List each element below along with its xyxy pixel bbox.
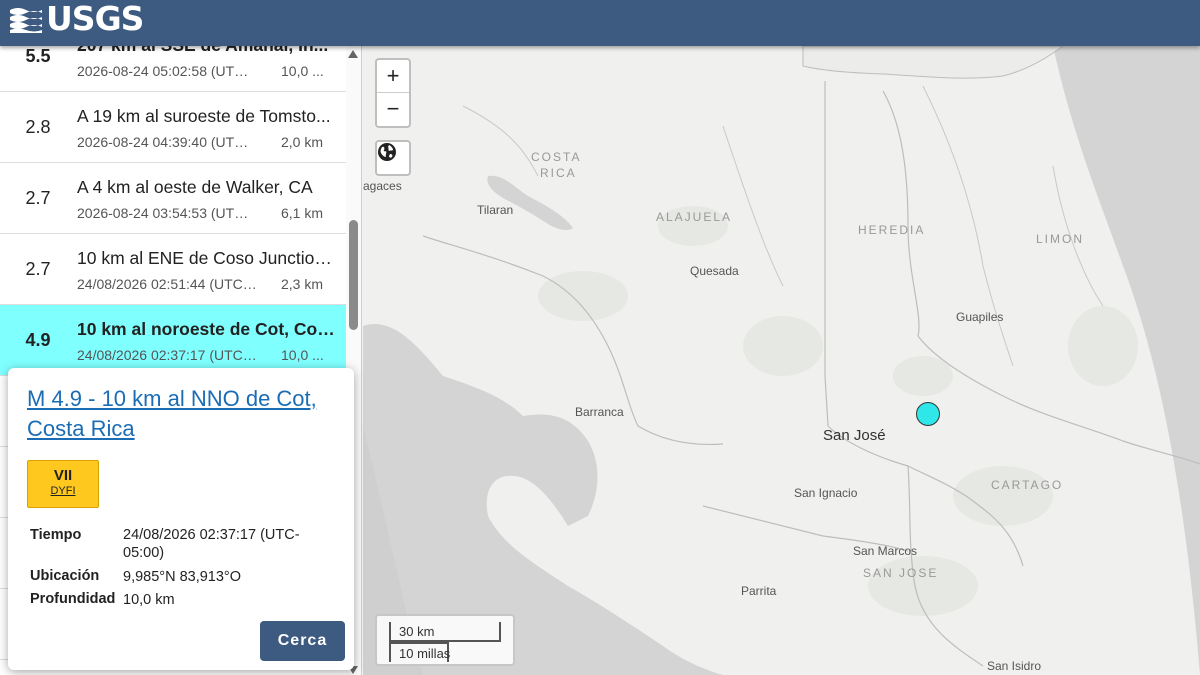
dyfi-badge[interactable]: VII DYFI <box>27 460 99 508</box>
map-label-country-line1: COSTA <box>531 150 582 164</box>
event-time: 2026-08-24 03:54:53 (UTC-... <box>77 205 257 221</box>
zoom-in-button[interactable]: + <box>377 60 409 93</box>
map-label-san-ignacio: San Ignacio <box>794 486 858 500</box>
map-label-country-line2: RICA <box>540 166 577 180</box>
scrollbar-thumb[interactable] <box>349 220 358 330</box>
event-detail-popup: M 4.9 - 10 km al NNO de Cot, Costa Rica … <box>8 368 354 670</box>
event-time: 2026-08-24 04:39:40 (UTC-... <box>77 134 257 150</box>
event-detail-title-link[interactable]: M 4.9 - 10 km al NNO de Cot, Costa Rica <box>27 384 347 444</box>
time-label: Tiempo <box>30 527 82 543</box>
scale-metric: 30 km <box>389 622 501 642</box>
map-label-cartago: CARTAGO <box>991 478 1064 492</box>
close-button[interactable]: Cerca <box>260 621 345 661</box>
list-item-event-0[interactable]: 5.5 207 km al SSE de Amanai, In... 2026-… <box>0 46 346 92</box>
usgs-logo[interactable]: USGS <box>10 0 144 38</box>
list-item-event-selected[interactable]: 4.9 10 km al noroeste de Cot, Costa Rica… <box>0 305 346 376</box>
map-label-san-jose: San José <box>823 427 886 444</box>
event-depth: 10,0 ... <box>281 63 324 79</box>
usgs-wave-icon <box>10 8 42 33</box>
event-magnitude: 2.7 <box>25 188 51 208</box>
event-title: 10 km al noroeste de Cot, Costa Rica <box>77 319 337 339</box>
map-label-san-jose-province: SAN JOSE <box>863 566 939 580</box>
event-magnitude: 2.8 <box>25 117 51 137</box>
app-header: USGS <box>0 0 1200 46</box>
zoom-control: + − <box>375 58 411 128</box>
event-title: A 19 km al suroeste de Tomsto... <box>77 106 331 126</box>
event-magnitude: 2.7 <box>25 259 51 279</box>
map-label-san-isidro: San Isidro <box>987 659 1042 673</box>
globe-icon <box>378 143 396 161</box>
time-value: 24/08/2026 02:37:17 (UTC-05:00) <box>123 527 300 561</box>
map-view[interactable]: COSTA RICA ALAJUELA HEREDIA LIMON CARTAG… <box>363 46 1200 675</box>
location-label: Ubicación <box>30 568 100 584</box>
event-depth: 2,3 km <box>281 276 324 292</box>
event-magnitude: 5.5 <box>25 46 51 66</box>
event-depth: 10,0 ... <box>281 347 324 363</box>
map-label-barranca: Barranca <box>575 405 624 419</box>
logo-text: USGS <box>46 0 144 38</box>
map-basemap <box>363 46 1200 675</box>
zoom-out-button[interactable]: − <box>377 93 409 126</box>
map-label-limon: LIMON <box>1036 232 1085 246</box>
map-label-guapiles: Guapiles <box>956 310 1004 324</box>
list-item-event-1[interactable]: 2.8 A 19 km al suroeste de Tomsto... 202… <box>0 92 346 163</box>
event-magnitude: 4.9 <box>25 330 51 350</box>
event-title: 10 km al ENE de Coso Junction, CA <box>77 248 337 268</box>
map-label-san-marcos: San Marcos <box>853 544 918 558</box>
map-scale: 30 km 10 millas <box>375 614 515 666</box>
map-label-cagaces: agaces <box>363 179 402 193</box>
dyfi-label: DYFI <box>50 485 76 497</box>
depth-value: 10,0 km <box>123 592 175 608</box>
dyfi-intensity: VII <box>53 467 73 484</box>
map-label-alajuela: ALAJUELA <box>656 210 733 224</box>
map-label-heredia: HEREDIA <box>858 223 926 237</box>
scale-imperial: 10 millas <box>389 642 450 662</box>
event-time: 2026-08-24 05:02:58 (UTC-... <box>77 63 257 79</box>
location-value: 9,985°N 83,913°O <box>123 569 242 585</box>
map-label-quesada: Quesada <box>690 264 739 278</box>
map-label-tilaran: Tilaran <box>477 203 514 217</box>
earthquake-marker[interactable] <box>916 402 940 426</box>
map-label-parrita: Parrita <box>741 584 777 598</box>
depth-label: Profundidad <box>30 591 116 607</box>
list-item-event-3[interactable]: 2.7 10 km al ENE de Coso Junction, CA 24… <box>0 234 346 305</box>
event-depth: 2,0 km <box>281 134 324 150</box>
event-time: 24/08/2026 02:37:17 (UTC-... <box>77 347 257 363</box>
event-time: 24/08/2026 02:51:44 (UTC-... <box>77 276 257 292</box>
event-depth: 6,1 km <box>281 205 324 221</box>
layers-button[interactable] <box>375 140 411 176</box>
scroll-up-arrow-icon[interactable] <box>348 50 358 58</box>
event-title: A 4 km al oeste de Walker, CA <box>77 177 313 197</box>
event-title: 207 km al SSE de Amanai, In... <box>77 46 337 56</box>
list-item-event-2[interactable]: 2.7 A 4 km al oeste de Walker, CA 2026-0… <box>0 163 346 234</box>
